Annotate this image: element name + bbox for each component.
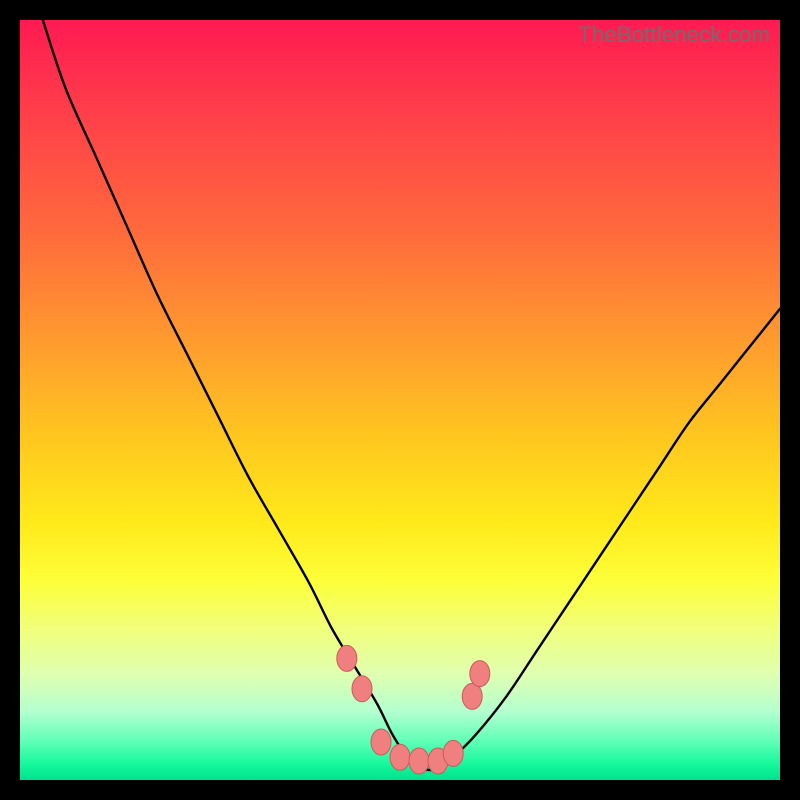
marker-point [337, 645, 357, 671]
marker-point [390, 744, 410, 770]
marker-point [352, 676, 372, 702]
bottleneck-curve [43, 20, 780, 770]
marker-point [462, 683, 482, 709]
plot-area: TheBottleneck.com [20, 20, 780, 780]
marker-point [470, 661, 490, 687]
highlight-markers [337, 645, 490, 774]
marker-point [409, 748, 429, 774]
marker-point [371, 729, 391, 755]
marker-point [443, 740, 463, 766]
chart-svg [20, 20, 780, 780]
chart-frame: TheBottleneck.com [0, 0, 800, 800]
